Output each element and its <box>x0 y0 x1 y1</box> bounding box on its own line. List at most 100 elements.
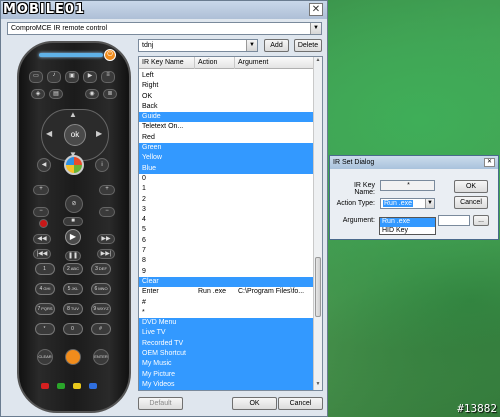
action-type-select[interactable]: Run .exe ▼ <box>380 198 435 209</box>
table-row[interactable]: 9 <box>139 267 314 277</box>
option-hid-key[interactable]: HID Key <box>380 227 435 236</box>
table-row[interactable]: DVD Menu <box>139 318 314 329</box>
table-row[interactable]: 2 <box>139 195 314 205</box>
chevron-down-icon[interactable]: ▼ <box>310 23 321 34</box>
arrow-up-icon[interactable]: ▲ <box>69 110 77 119</box>
keypad-key[interactable]: 5JKL <box>63 283 83 295</box>
blue-key-icon[interactable] <box>89 383 97 389</box>
keypad-key[interactable]: 9WXYZ <box>91 303 111 315</box>
table-row[interactable]: Clear <box>139 276 314 288</box>
power-button-icon[interactable]: ⏻ <box>104 49 116 61</box>
table-row[interactable]: Back <box>139 102 314 112</box>
keypad-key[interactable]: 4GHI <box>35 283 55 295</box>
keypad-key[interactable]: 3DEF <box>91 263 111 275</box>
channel-up-icon[interactable]: + <box>99 185 115 195</box>
dialog-cancel-button[interactable]: Cancel <box>454 196 488 209</box>
volume-up-icon[interactable]: + <box>33 185 49 195</box>
table-row[interactable]: 0 <box>139 174 314 184</box>
dvd-menu-icon[interactable]: ◈ <box>31 89 45 99</box>
default-button[interactable]: Default <box>138 397 183 410</box>
table-row[interactable]: 1 <box>139 184 314 194</box>
table-row[interactable]: Blue <box>139 163 314 174</box>
skip-forward-icon[interactable]: ▶▶| <box>97 249 115 259</box>
table-row[interactable]: # <box>139 298 314 308</box>
channel-down-icon[interactable]: − <box>99 207 115 217</box>
stop-icon[interactable]: ■ <box>63 217 83 226</box>
chevron-down-icon[interactable]: ▼ <box>246 40 257 51</box>
pause-icon[interactable]: ❚❚ <box>65 251 81 261</box>
column-header-ir-key-name[interactable]: IR Key Name <box>139 57 195 69</box>
enter-button[interactable]: ENTER <box>93 349 109 365</box>
table-row[interactable]: My Picture <box>139 369 314 380</box>
rewind-icon[interactable]: ◀◀ <box>33 234 51 244</box>
scroll-up-icon[interactable]: ▲ <box>314 57 322 66</box>
table-row[interactable]: My Videos <box>139 379 314 390</box>
chevron-down-icon[interactable]: ▼ <box>425 199 434 208</box>
table-row[interactable]: Recorded TV <box>139 338 314 350</box>
table-row[interactable]: Left <box>139 71 314 81</box>
browse-button[interactable]: ... <box>473 215 489 226</box>
argument-field[interactable] <box>438 215 470 226</box>
column-header-action[interactable]: Action <box>195 57 235 69</box>
clear-button[interactable]: CLEAR <box>37 349 53 365</box>
mute-icon[interactable]: ⊘ <box>65 195 83 213</box>
add-button[interactable]: Add <box>264 39 289 52</box>
back-icon[interactable]: ◀ <box>37 158 51 172</box>
orange-button-icon[interactable] <box>65 349 81 365</box>
table-row[interactable]: Green <box>139 143 314 154</box>
tv-icon[interactable]: ▭ <box>29 71 43 83</box>
keypad-key[interactable]: * <box>35 323 55 335</box>
option-run-exe[interactable]: Run .exe <box>380 218 435 227</box>
table-row[interactable]: Teletext On... <box>139 122 314 132</box>
table-row[interactable]: My Music <box>139 359 314 370</box>
scroll-down-icon[interactable]: ▼ <box>314 381 322 390</box>
arrow-left-icon[interactable]: ◀ <box>46 129 52 138</box>
info-icon[interactable]: i <box>95 158 109 172</box>
table-row[interactable]: 5 <box>139 225 314 235</box>
table-row[interactable]: Yellow <box>139 153 314 164</box>
windows-start-icon[interactable] <box>64 155 84 175</box>
table-row[interactable]: 4 <box>139 215 314 225</box>
dialog-ok-button[interactable]: OK <box>454 180 488 193</box>
ok-button[interactable]: OK <box>232 397 277 410</box>
delete-button[interactable]: Delete <box>294 39 322 52</box>
table-row[interactable]: Enter Run .exe C:\Program Files\fo... <box>139 287 314 297</box>
video-icon[interactable]: ▶ <box>83 71 97 83</box>
profile-select[interactable]: tdnj ▼ <box>138 39 258 52</box>
table-row[interactable]: OEM Shortcut <box>139 349 314 360</box>
guide-icon[interactable]: ≡ <box>101 71 115 83</box>
ok-button[interactable]: ok <box>64 124 86 146</box>
vertical-scrollbar[interactable]: ▲ ▼ <box>313 57 322 390</box>
table-row[interactable]: OK <box>139 92 314 102</box>
close-button[interactable]: ✕ <box>309 3 323 16</box>
ir-key-list[interactable]: IR Key Name Action Argument Left Right OK B… <box>138 56 323 391</box>
table-row[interactable]: 6 <box>139 236 314 246</box>
table-row[interactable]: Red <box>139 133 314 143</box>
red-key-icon[interactable] <box>41 383 49 389</box>
arrow-right-icon[interactable]: ▶ <box>96 129 102 138</box>
live-tv-icon[interactable]: ▤ <box>49 89 63 99</box>
keypad-key[interactable]: 0 <box>63 323 83 335</box>
device-select[interactable]: ComproMCE IR remote control ▼ <box>7 22 322 35</box>
skip-back-icon[interactable]: |◀◀ <box>33 249 51 259</box>
table-row[interactable]: 7 <box>139 246 314 256</box>
yellow-key-icon[interactable] <box>73 383 81 389</box>
table-row[interactable]: 3 <box>139 205 314 215</box>
play-icon[interactable]: ▶ <box>65 229 81 245</box>
keypad-key[interactable]: # <box>91 323 111 335</box>
scroll-thumb[interactable] <box>315 257 321 317</box>
table-row[interactable]: Right <box>139 81 314 91</box>
picture-icon[interactable]: ▣ <box>65 71 79 83</box>
info-small-icon[interactable]: ≣ <box>103 89 117 99</box>
keypad-key[interactable]: 6MNO <box>91 283 111 295</box>
table-row[interactable]: Guide <box>139 112 314 123</box>
keypad-key[interactable]: 1 <box>35 263 55 275</box>
volume-down-icon[interactable]: − <box>33 207 49 217</box>
table-row[interactable]: * <box>139 308 314 318</box>
keypad-key[interactable]: 8TUV <box>63 303 83 315</box>
table-row[interactable]: Live TV <box>139 328 314 339</box>
green-key-icon[interactable] <box>57 383 65 389</box>
music-icon[interactable]: ♪ <box>47 71 61 83</box>
fast-forward-icon[interactable]: ▶▶ <box>97 234 115 244</box>
recorded-tv-icon[interactable]: ◉ <box>85 89 99 99</box>
